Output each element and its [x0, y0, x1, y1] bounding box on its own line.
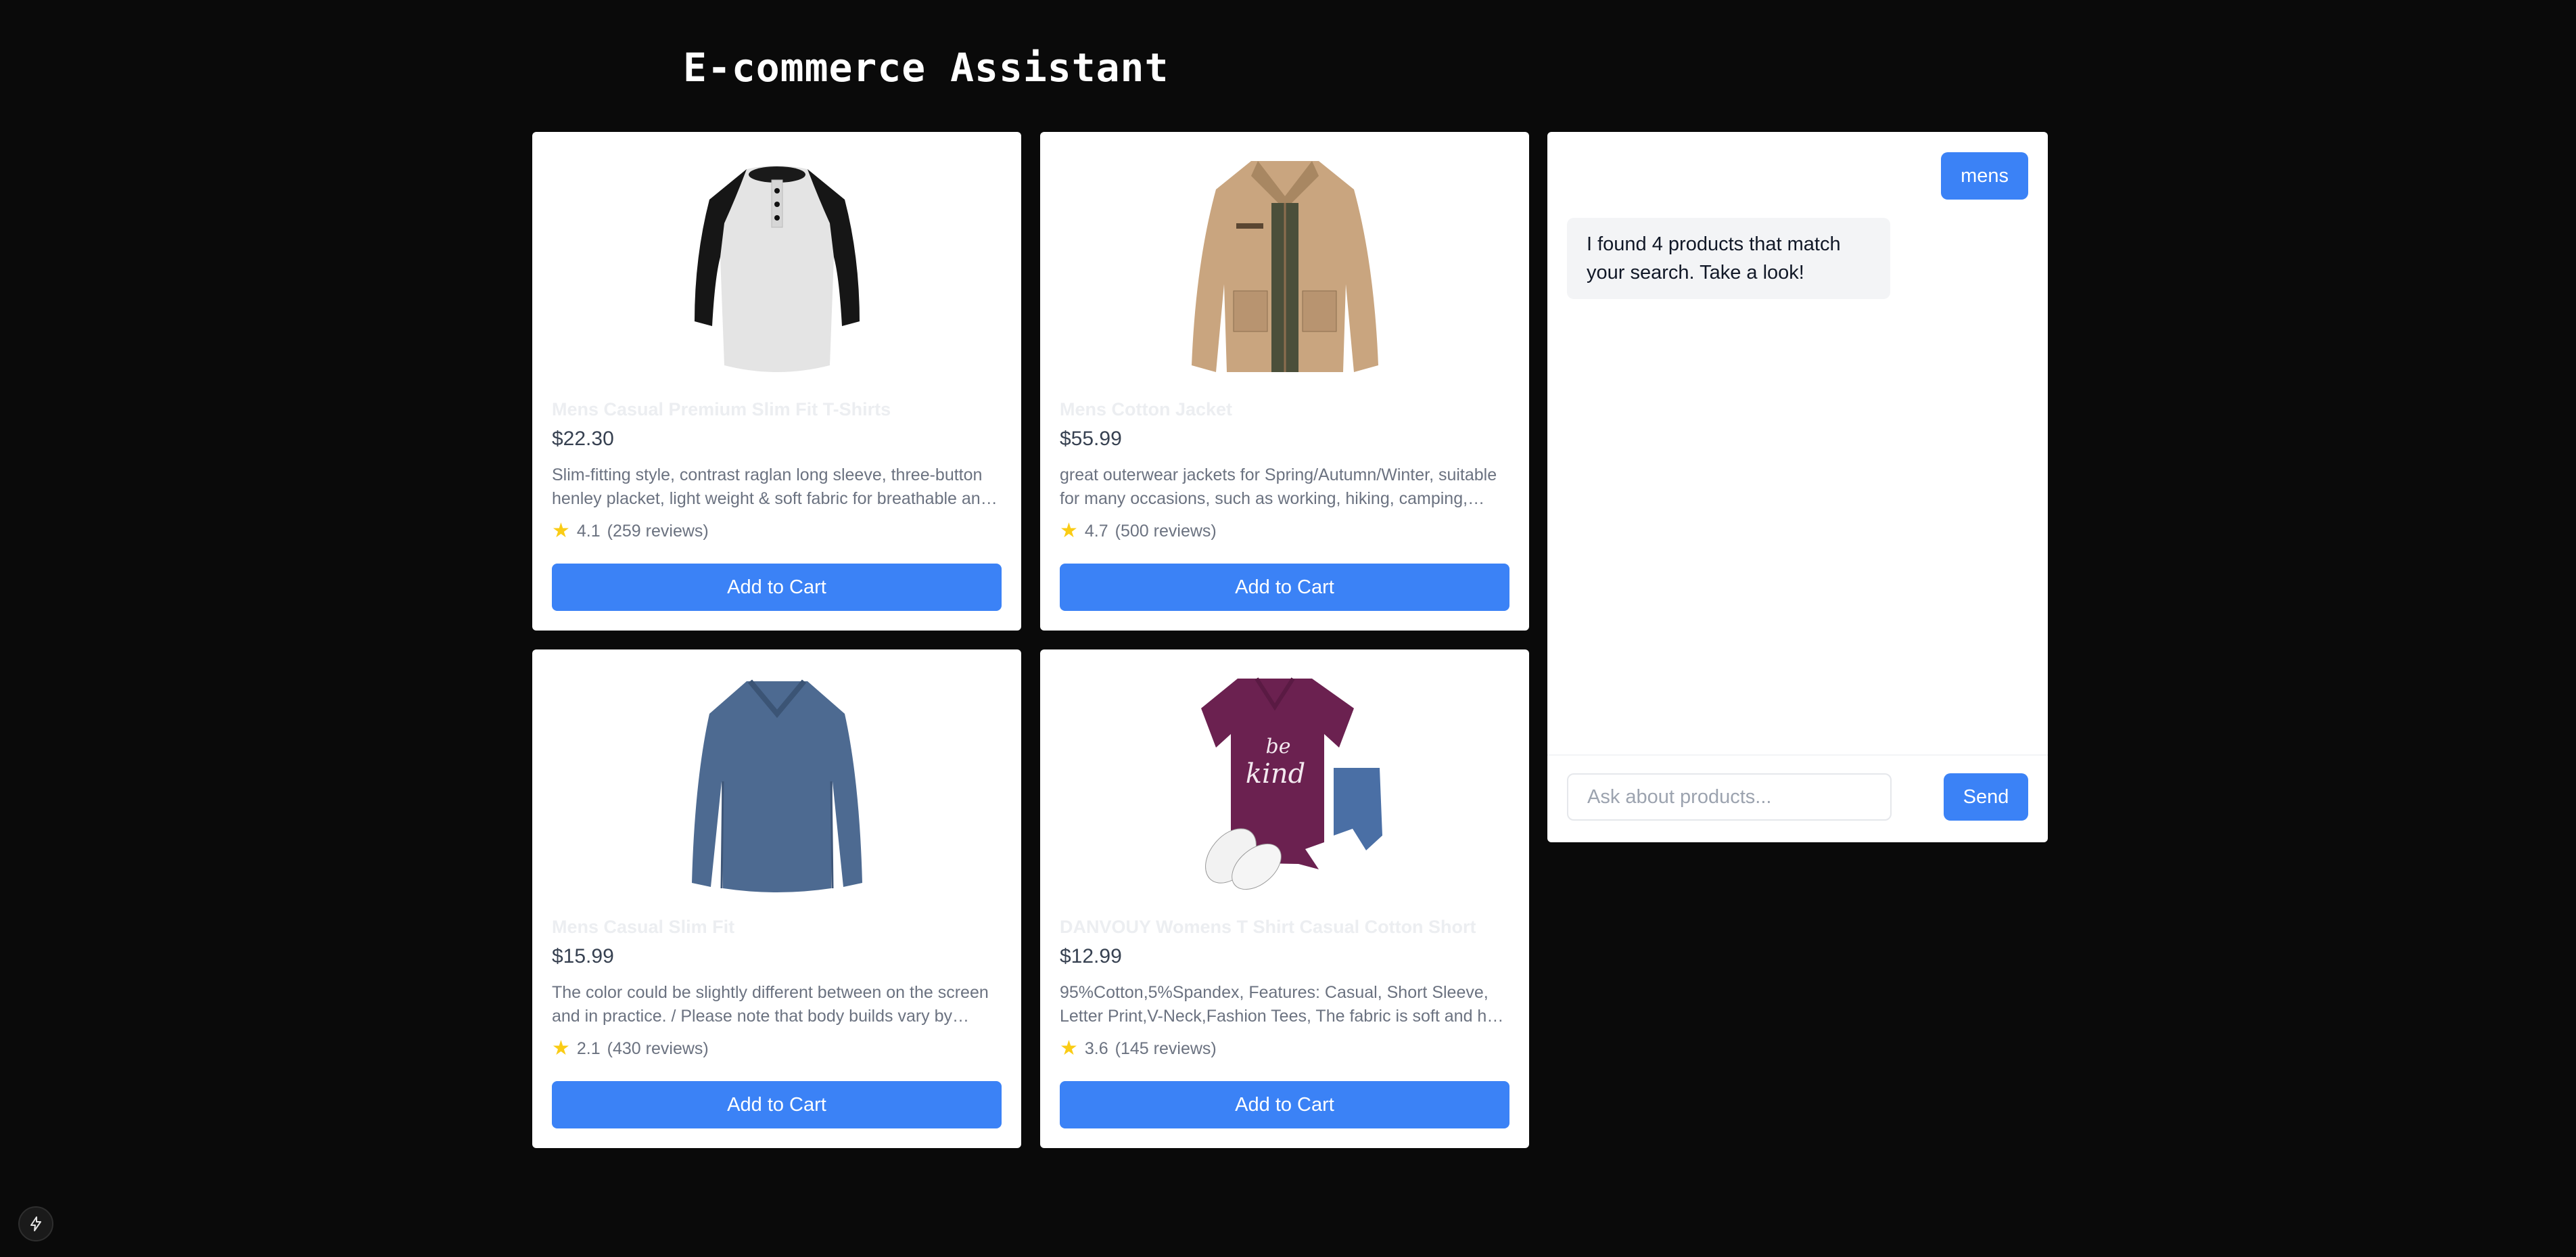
- rating-value: 4.1: [576, 521, 601, 541]
- add-to-cart-button[interactable]: Add to Cart: [552, 1081, 1002, 1128]
- blue-long-sleeve-shirt-image: [691, 679, 862, 892]
- khaki-jacket-image: [1191, 161, 1378, 372]
- be-kind-print: be: [1265, 735, 1290, 758]
- chat-input[interactable]: [1567, 773, 1892, 821]
- star-icon: ★: [552, 520, 570, 542]
- product-description: Slim-fitting style, contrast raglan long…: [552, 465, 990, 508]
- assistant-message: I found 4 products that match your searc…: [1567, 218, 1890, 299]
- add-to-cart-button[interactable]: Add to Cart: [1060, 1081, 1509, 1128]
- product-price: $22.30: [552, 428, 614, 450]
- dev-tools-button[interactable]: [18, 1206, 53, 1241]
- product-card: be kind DANVOUY Womens T Shirt Casual Co…: [1040, 649, 1529, 1148]
- rating-value: 4.7: [1084, 521, 1108, 541]
- product-description: great outerwear jackets for Spring/Autum…: [1060, 465, 1497, 508]
- review-count: (430 reviews): [607, 1038, 709, 1058]
- chat-divider: [1547, 754, 2048, 756]
- lightning-icon: [30, 1216, 41, 1231]
- product-image[interactable]: [532, 663, 1021, 900]
- product-description: 95%Cotton,5%Spandex, Features: Casual, S…: [1060, 983, 1505, 1026]
- page-title: E-commerce Assistant: [683, 45, 1169, 91]
- chat-panel: mens I found 4 products that match your …: [1547, 132, 2048, 842]
- star-icon: ★: [1060, 1037, 1078, 1059]
- svg-text:kind: kind: [1245, 758, 1305, 790]
- product-price: $55.99: [1060, 428, 1122, 450]
- product-card: Mens Casual Slim Fit $15.99 The color co…: [532, 649, 1021, 1148]
- product-name[interactable]: Mens Casual Slim Fit: [552, 917, 1002, 938]
- product-name[interactable]: Mens Cotton Jacket: [1060, 399, 1509, 420]
- review-count: (259 reviews): [607, 521, 709, 541]
- review-count: (145 reviews): [1115, 1038, 1217, 1058]
- product-name[interactable]: DANVOUY Womens T Shirt Casual Cotton Sho…: [1060, 917, 1509, 938]
- add-to-cart-button[interactable]: Add to Cart: [1060, 564, 1509, 611]
- product-description: The color could be slightly different be…: [552, 983, 989, 1026]
- product-rating: ★ 3.6 (145 reviews): [1060, 1038, 1217, 1059]
- product-image[interactable]: [532, 145, 1021, 382]
- product-name[interactable]: Mens Casual Premium Slim Fit T-Shirts: [552, 399, 1002, 420]
- user-message: mens: [1941, 152, 2028, 200]
- star-icon: ★: [552, 1037, 570, 1059]
- product-image[interactable]: be kind: [1040, 663, 1529, 900]
- product-rating: ★ 2.1 (430 reviews): [552, 1038, 709, 1059]
- review-count: (500 reviews): [1115, 521, 1217, 541]
- star-icon: ★: [1060, 520, 1078, 542]
- product-rating: ★ 4.1 (259 reviews): [552, 521, 709, 541]
- product-grid: Mens Casual Premium Slim Fit T-Shirts $2…: [532, 132, 1529, 1148]
- product-image[interactable]: [1040, 145, 1529, 382]
- product-card: Mens Casual Premium Slim Fit T-Shirts $2…: [532, 132, 1021, 631]
- product-price: $12.99: [1060, 945, 1122, 967]
- raglan-henley-shirt-image: [694, 166, 860, 372]
- product-card: Mens Cotton Jacket $55.99 great outerwea…: [1040, 132, 1529, 631]
- send-button[interactable]: Send: [1944, 773, 2028, 821]
- product-price: $15.99: [552, 945, 614, 967]
- rating-value: 2.1: [576, 1038, 601, 1058]
- product-rating: ★ 4.7 (500 reviews): [1060, 521, 1217, 541]
- rating-value: 3.6: [1084, 1038, 1108, 1058]
- add-to-cart-button[interactable]: Add to Cart: [552, 564, 1002, 611]
- purple-be-kind-tshirt-image: be kind: [1200, 677, 1382, 890]
